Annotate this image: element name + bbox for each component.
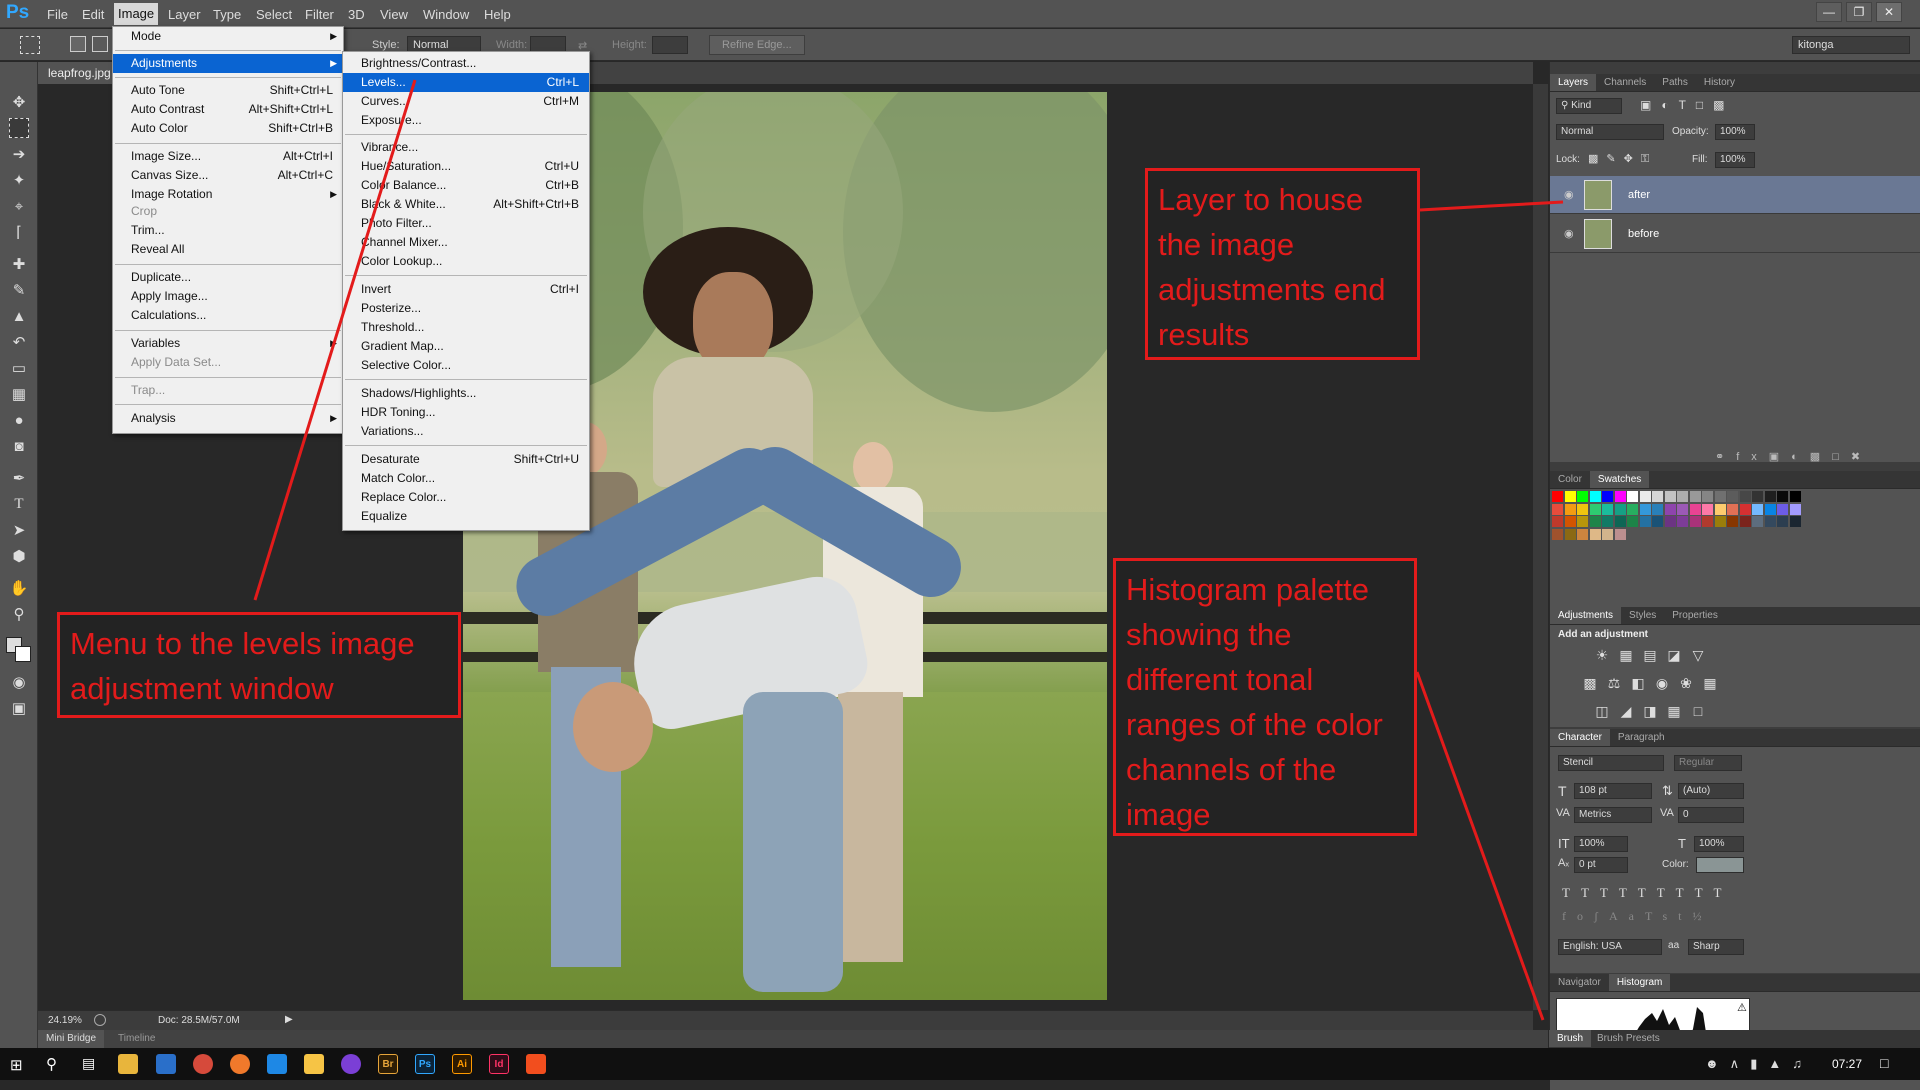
media-app-icon[interactable] xyxy=(341,1054,361,1074)
connector-menu xyxy=(253,79,417,601)
connector-histogram xyxy=(1415,671,1545,1021)
annotation-layer: Layer to house the image adjustments end… xyxy=(1145,168,1420,360)
system-tray-icons[interactable]: ☻∧▮▲♫ xyxy=(1705,1056,1813,1072)
clock[interactable]: 07:27 xyxy=(1832,1057,1862,1071)
search-icon[interactable]: ⚲ xyxy=(46,1055,57,1073)
vscode-icon[interactable] xyxy=(267,1054,287,1074)
taskbar: ⊞ ⚲ ▤ Br Ps Ai Id ☻∧▮▲♫ 07:27 □ xyxy=(0,1048,1920,1080)
connector-layer xyxy=(1419,200,1564,212)
sourcetree-icon[interactable] xyxy=(304,1054,324,1074)
firefox-icon[interactable] xyxy=(230,1054,250,1074)
notifications-icon[interactable]: □ xyxy=(1880,1055,1888,1071)
store-icon[interactable] xyxy=(156,1054,176,1074)
annotation-menu: Menu to the levels image adjustment wind… xyxy=(57,612,461,718)
file-explorer-icon[interactable] xyxy=(118,1054,138,1074)
annotation-histogram: Histogram palette showing the different … xyxy=(1113,558,1417,836)
photoshop-icon[interactable]: Ps xyxy=(415,1054,435,1074)
annotation-connectors xyxy=(253,79,1564,1021)
chrome-icon[interactable] xyxy=(193,1054,213,1074)
indesign-icon[interactable]: Id xyxy=(489,1054,509,1074)
windows-start-icon[interactable]: ⊞ xyxy=(10,1056,23,1074)
bridge-icon[interactable]: Br xyxy=(378,1054,398,1074)
task-view-icon[interactable]: ▤ xyxy=(82,1055,95,1072)
illustrator-icon[interactable]: Ai xyxy=(452,1054,472,1074)
figma-icon[interactable] xyxy=(526,1054,546,1074)
